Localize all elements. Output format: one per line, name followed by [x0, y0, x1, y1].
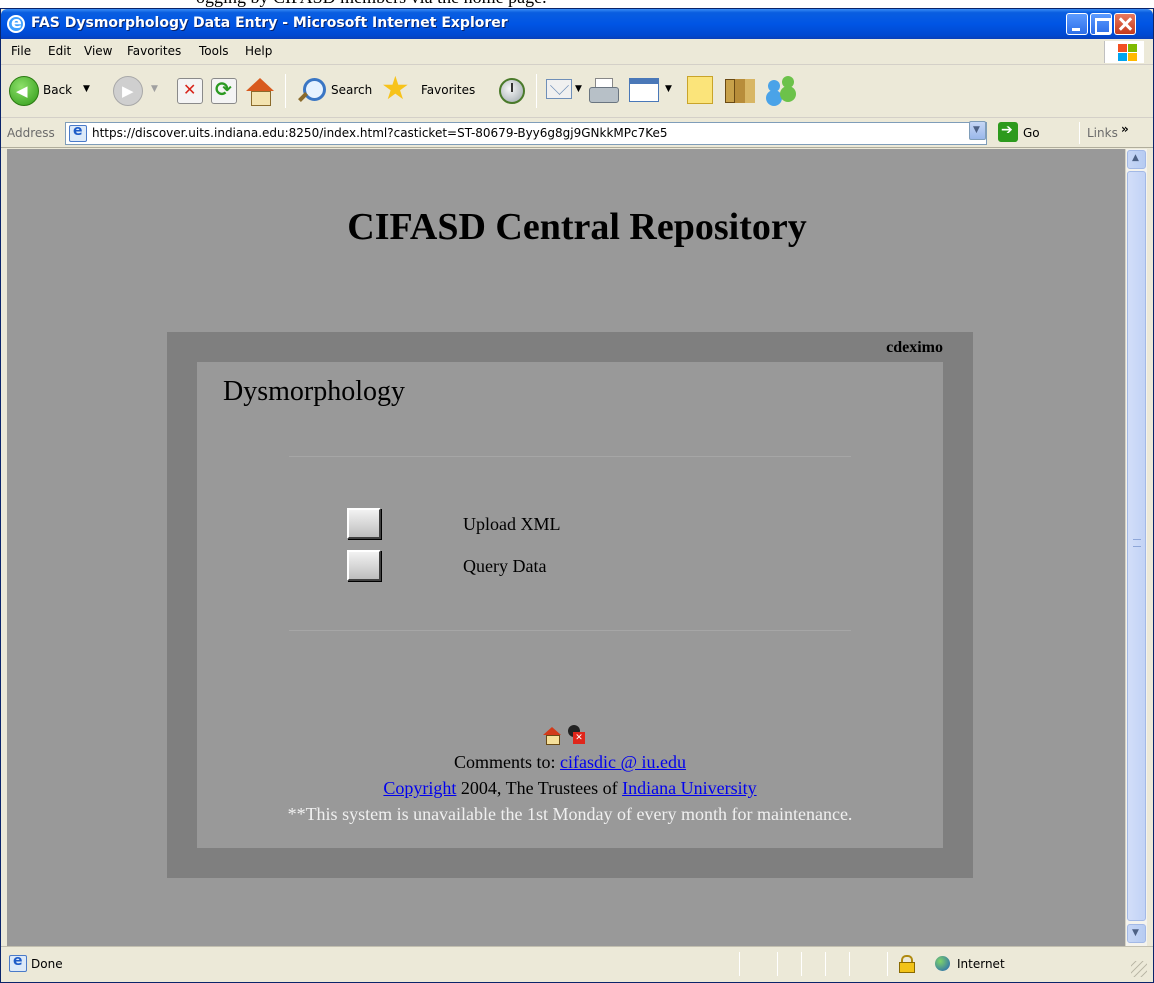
- stop-icon[interactable]: [177, 78, 203, 104]
- favorites-star-icon[interactable]: ★: [381, 72, 410, 104]
- query-data-button[interactable]: [347, 550, 381, 581]
- scroll-grip-icon: [1133, 539, 1141, 547]
- resize-grip-icon[interactable]: [1131, 961, 1147, 977]
- security-zone-label: Internet: [957, 957, 1005, 971]
- page-viewport: CIFASD Central Repository cdeximo Dysmor…: [7, 149, 1125, 946]
- section-title: Dysmorphology: [223, 376, 405, 407]
- status-separator: [887, 952, 888, 976]
- content-panel: cdeximo Dysmorphology Upload XML Query D…: [167, 332, 973, 878]
- status-separator: [849, 952, 850, 976]
- page-icon: [9, 953, 27, 972]
- title-bar[interactable]: FAS Dysmorphology Data Entry - Microsoft…: [1, 9, 1153, 39]
- mail-icon[interactable]: [546, 79, 572, 99]
- window-title: FAS Dysmorphology Data Entry - Microsoft…: [31, 15, 508, 31]
- search-button-label[interactable]: Search: [331, 83, 372, 97]
- print-icon[interactable]: [589, 78, 619, 104]
- notes-icon[interactable]: [687, 76, 713, 104]
- page-title: CIFASD Central Repository: [347, 206, 807, 248]
- globe-icon: [935, 956, 950, 971]
- history-icon[interactable]: [499, 78, 525, 104]
- copyright-link[interactable]: Copyright: [383, 778, 456, 798]
- home-icon[interactable]: [245, 76, 275, 106]
- menu-file[interactable]: File: [11, 44, 31, 58]
- status-separator: [739, 952, 740, 976]
- back-button-label[interactable]: Back: [43, 83, 72, 97]
- edit-dropdown-icon[interactable]: ▼: [665, 84, 672, 94]
- maximize-button[interactable]: [1090, 13, 1112, 35]
- links-label[interactable]: Links: [1087, 126, 1118, 140]
- scroll-up-icon[interactable]: [1127, 150, 1146, 169]
- refresh-icon[interactable]: [211, 77, 237, 104]
- copyright-text: 2004, The Trustees of: [456, 778, 623, 798]
- footer-copyright: Copyright 2004, The Trustees of Indiana …: [197, 778, 943, 799]
- query-data-label: Query Data: [463, 556, 547, 576]
- scroll-thumb[interactable]: [1127, 171, 1146, 921]
- email-link[interactable]: cifasdic @ iu.edu: [560, 752, 686, 772]
- favorites-button-label[interactable]: Favorites: [421, 83, 475, 97]
- research-icon[interactable]: [723, 75, 753, 105]
- menu-help[interactable]: Help: [245, 44, 272, 58]
- search-icon[interactable]: [295, 76, 326, 106]
- back-dropdown-icon[interactable]: ▼: [83, 84, 90, 94]
- vertical-scrollbar[interactable]: [1125, 149, 1147, 946]
- menu-edit[interactable]: Edit: [48, 44, 71, 58]
- status-separator: [801, 952, 802, 976]
- windows-logo-icon: [1104, 41, 1144, 63]
- status-bar: Done Internet: [1, 946, 1153, 982]
- address-dropdown-icon[interactable]: [969, 121, 986, 140]
- back-icon[interactable]: [9, 76, 39, 106]
- ie-icon: [7, 13, 25, 33]
- indiana-university-link[interactable]: Indiana University: [622, 778, 756, 798]
- background-document-text: ogging by CIFASD members via the home pa…: [0, 0, 1154, 8]
- go-arrow-icon[interactable]: [998, 122, 1018, 142]
- username-label: cdeximo: [886, 339, 943, 356]
- minimize-button[interactable]: [1066, 13, 1088, 35]
- address-url[interactable]: https://discover.uits.indiana.edu:8250/i…: [92, 126, 668, 140]
- status-separator: [777, 952, 778, 976]
- menu-favorites[interactable]: Favorites: [127, 44, 181, 58]
- mail-dropdown-icon[interactable]: ▼: [575, 84, 582, 94]
- toolbar-separator: [285, 74, 286, 108]
- browser-window: FAS Dysmorphology Data Entry - Microsoft…: [0, 8, 1154, 983]
- home-icon[interactable]: [543, 727, 561, 745]
- status-text: Done: [31, 957, 63, 971]
- lock-icon[interactable]: [899, 955, 915, 973]
- menu-tools[interactable]: Tools: [199, 44, 229, 58]
- standard-toolbar: Back ▼ ▼ Search ★ Favorites ▼ ▼: [1, 66, 1153, 118]
- address-label: Address: [7, 126, 55, 140]
- toolbar-separator: [536, 74, 537, 108]
- maintenance-notice: **This system is unavailable the 1st Mon…: [287, 804, 853, 824]
- messenger-icon[interactable]: [766, 74, 798, 106]
- forward-dropdown-icon[interactable]: ▼: [151, 84, 158, 94]
- page-icon: [69, 123, 87, 142]
- links-chevron-icon[interactable]: »: [1121, 122, 1129, 136]
- divider: [289, 456, 851, 457]
- background-document-line: ogging by CIFASD members via the home pa…: [196, 0, 547, 8]
- forward-icon[interactable]: [113, 76, 143, 106]
- scroll-down-icon[interactable]: [1127, 924, 1146, 943]
- footer-comments: Comments to: cifasdic @ iu.edu: [197, 752, 943, 773]
- footer-icons: [543, 724, 603, 746]
- upload-xml-button[interactable]: [347, 508, 381, 539]
- address-input[interactable]: https://discover.uits.indiana.edu:8250/i…: [65, 122, 987, 145]
- logout-icon[interactable]: [565, 724, 585, 746]
- inner-panel: Dysmorphology Upload XML Query Data Comm…: [197, 362, 943, 848]
- close-button[interactable]: [1114, 13, 1136, 35]
- menu-bar: File Edit View Favorites Tools Help: [1, 39, 1153, 65]
- status-separator: [825, 952, 826, 976]
- toolbar-separator: [1079, 122, 1080, 144]
- divider: [289, 630, 851, 631]
- go-button-label[interactable]: Go: [1023, 126, 1040, 140]
- upload-xml-label: Upload XML: [463, 514, 561, 534]
- menu-view[interactable]: View: [84, 44, 112, 58]
- edit-icon[interactable]: [629, 78, 659, 102]
- comments-prefix: Comments to:: [453, 752, 560, 772]
